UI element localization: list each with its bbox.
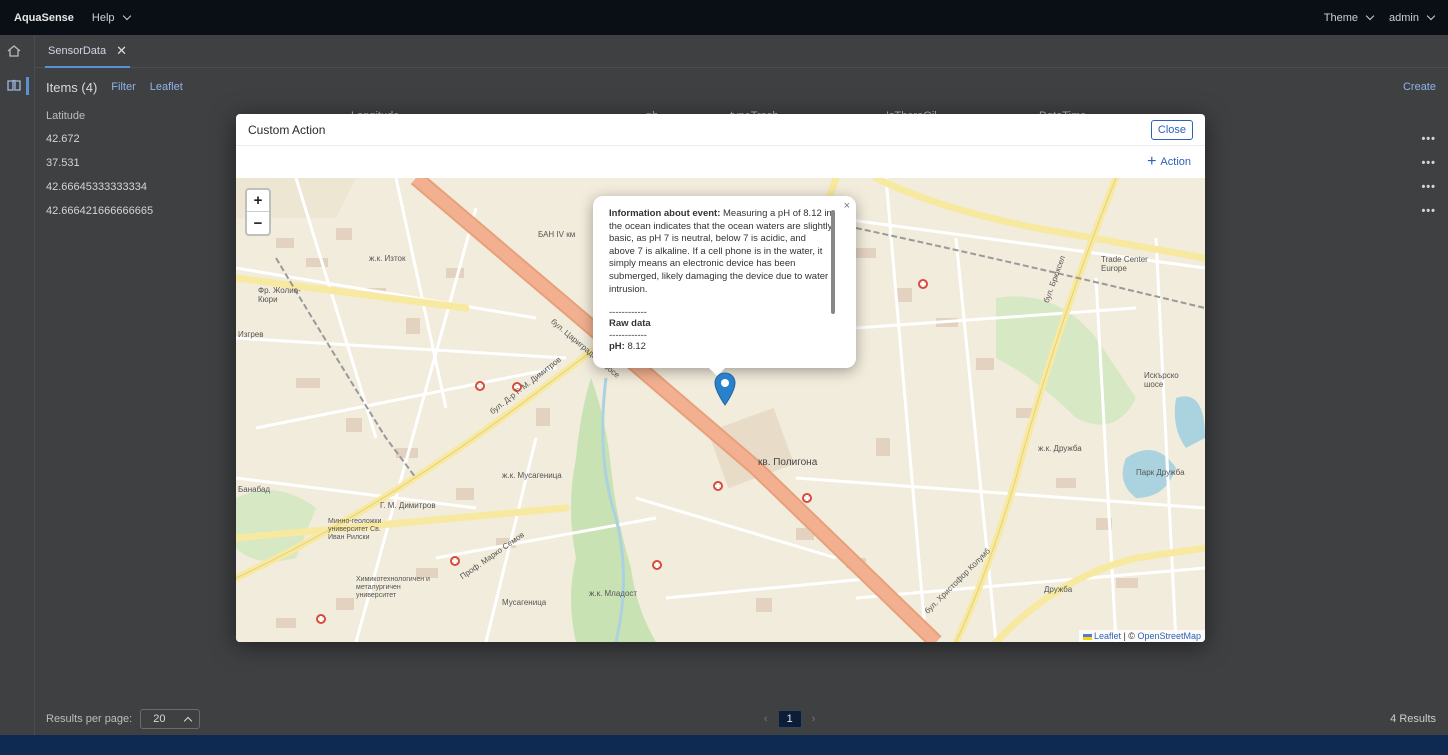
zoom-in-button[interactable]: + — [247, 190, 269, 212]
popup-separator: ------------ — [609, 329, 647, 341]
osm-link[interactable]: OpenStreetMap — [1137, 631, 1201, 641]
action-button[interactable]: + Action — [1147, 154, 1191, 170]
popup-raw-data-label: Raw data — [609, 318, 834, 331]
page-1-button[interactable]: 1 — [777, 710, 802, 728]
map-label: БАН IV км — [538, 230, 576, 239]
pagination: ‹ 1 › — [764, 710, 815, 728]
chevron-up-icon — [183, 716, 193, 725]
tab-sensordata[interactable]: SensorData ✕ — [45, 35, 130, 68]
prev-page-icon[interactable]: ‹ — [764, 713, 768, 725]
map-label: Г. М. Димитров — [380, 501, 436, 510]
map-label: Дружба — [1044, 585, 1073, 594]
per-page-select[interactable]: 20 — [140, 709, 201, 729]
tab-label: SensorData — [48, 44, 107, 57]
user-menu[interactable]: admin — [1389, 11, 1436, 24]
results-per-page-label: Results per page: — [46, 713, 133, 725]
ph-label: pH: — [609, 340, 625, 352]
chevron-down-icon — [1365, 11, 1375, 21]
bottom-bar — [0, 735, 1448, 755]
app-brand[interactable]: AquaSense — [14, 12, 74, 24]
plus-icon: + — [1147, 153, 1157, 170]
map-label: ж.к. Дружба — [1038, 444, 1082, 453]
popup-info-label: Information about event: — [609, 208, 721, 219]
popup-separator: ------------ — [609, 307, 647, 319]
rail-active-indicator — [26, 77, 29, 95]
raw-data-heading: Raw data — [609, 318, 651, 330]
chevron-down-icon — [1426, 11, 1436, 21]
help-menu-label: Help — [91, 11, 115, 24]
map-marker-icon[interactable] — [714, 372, 736, 406]
column-header[interactable]: Latitude — [46, 110, 85, 122]
modal-header: Custom Action Close — [236, 114, 1205, 146]
map-label: Trade Center Europe — [1101, 255, 1148, 273]
latitude-cell: 42.666421666666665 — [46, 205, 154, 217]
tab-bar: SensorData ✕ — [35, 35, 1448, 68]
row-actions-icon[interactable]: ••• — [1421, 133, 1436, 145]
action-button-label: Action — [1160, 156, 1191, 168]
zoom-out-button[interactable]: − — [247, 212, 269, 234]
popup-close-icon[interactable]: × — [844, 200, 850, 213]
latitude-cell: 42.66645333333334 — [46, 181, 147, 193]
map-attribution: Leaflet | © OpenStreetMap — [1078, 630, 1205, 642]
next-page-icon[interactable]: › — [812, 713, 816, 725]
map-label: ж.к. Младост — [589, 589, 638, 598]
custom-action-modal: Custom Action Close + Action ж.к. Изток … — [236, 114, 1205, 642]
modal-toolbar: + Action — [236, 146, 1205, 178]
help-menu[interactable]: Help — [91, 11, 131, 24]
modal-title: Custom Action — [248, 122, 326, 137]
row-actions-icon[interactable]: ••• — [1421, 157, 1436, 169]
left-rail — [0, 35, 35, 735]
map-label: ж.к. Изток — [369, 254, 406, 263]
popup-info-text: Measuring a pH of 8.12 in the ocean indi… — [609, 208, 833, 295]
home-icon[interactable] — [7, 45, 21, 57]
map-label: ж.к. Мусагеница — [502, 471, 562, 480]
popup-scrollbar[interactable] — [831, 210, 835, 314]
leaflet-link[interactable]: Leaflet — [1094, 631, 1121, 641]
row-actions-icon[interactable]: ••• — [1421, 205, 1436, 217]
row-actions-icon[interactable]: ••• — [1421, 181, 1436, 193]
map-label: кв. Полигона — [758, 457, 818, 468]
results-count: 4 Results — [1390, 713, 1436, 725]
list-toolbar: Items (4) Filter Leaflet Create — [46, 75, 1436, 99]
map-label: Искърско шосе — [1144, 371, 1179, 389]
theme-menu-label: Theme — [1323, 11, 1359, 24]
popup-info: Information about event: Measuring a pH … — [609, 208, 834, 296]
book-icon[interactable] — [7, 79, 21, 91]
popup-ph-row: pH: 8.12 — [609, 341, 834, 354]
filter-button[interactable]: Filter — [111, 81, 135, 93]
attribution-separator: | © — [1120, 631, 1138, 641]
top-bar: AquaSense Help Theme admin — [0, 0, 1448, 35]
map-label: Банабад — [238, 485, 271, 494]
ph-value: 8.12 — [627, 340, 646, 352]
latitude-cell: 42.672 — [46, 133, 80, 145]
items-title: Items (4) — [46, 79, 98, 95]
theme-menu[interactable]: Theme — [1323, 11, 1375, 24]
ukraine-flag-icon — [1082, 633, 1092, 640]
per-page-value: 20 — [153, 713, 166, 725]
map-popup: × Information about event: Measuring a p… — [593, 196, 856, 368]
table-footer: Results per page: 20 ‹ 1 › 4 Results — [46, 707, 1436, 731]
create-button[interactable]: Create — [1403, 81, 1436, 93]
map-label: Минно-геоложки университет Св. Иван Рилс… — [328, 518, 382, 541]
map-label: Химикотехнологичен и металургичен универ… — [356, 576, 430, 599]
close-button[interactable]: Close — [1150, 119, 1193, 140]
leaflet-button[interactable]: Leaflet — [150, 81, 183, 93]
close-tab-icon[interactable]: ✕ — [116, 43, 127, 59]
map-label: Фр. Жолио-Кюри — [258, 286, 301, 304]
latitude-cell: 37.531 — [46, 157, 80, 169]
leaflet-map[interactable]: ж.к. Изток кв. Полигона ж.к. Мусагеница … — [236, 178, 1205, 642]
user-menu-label: admin — [1389, 11, 1419, 24]
map-label: Изгрев — [238, 330, 264, 339]
map-label: Парк Дружба — [1136, 468, 1185, 477]
chevron-down-icon — [122, 11, 131, 21]
map-label: Мусагеница — [502, 598, 547, 607]
zoom-control: + − — [245, 188, 271, 236]
